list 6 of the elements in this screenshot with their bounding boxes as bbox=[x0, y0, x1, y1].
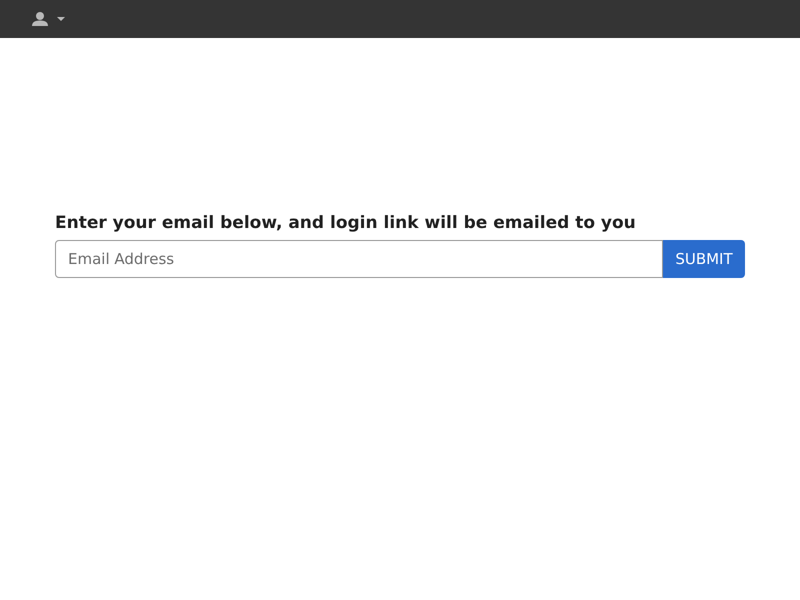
email-field[interactable]: Email Address bbox=[55, 240, 663, 278]
caret-icon bbox=[57, 17, 65, 21]
user-menu-button[interactable] bbox=[32, 12, 66, 26]
user-icon bbox=[32, 12, 48, 26]
submit-button[interactable]: SUBMIT bbox=[663, 240, 745, 278]
instruction-heading: Enter your email below, and login link will be emailed to you bbox=[55, 213, 637, 233]
